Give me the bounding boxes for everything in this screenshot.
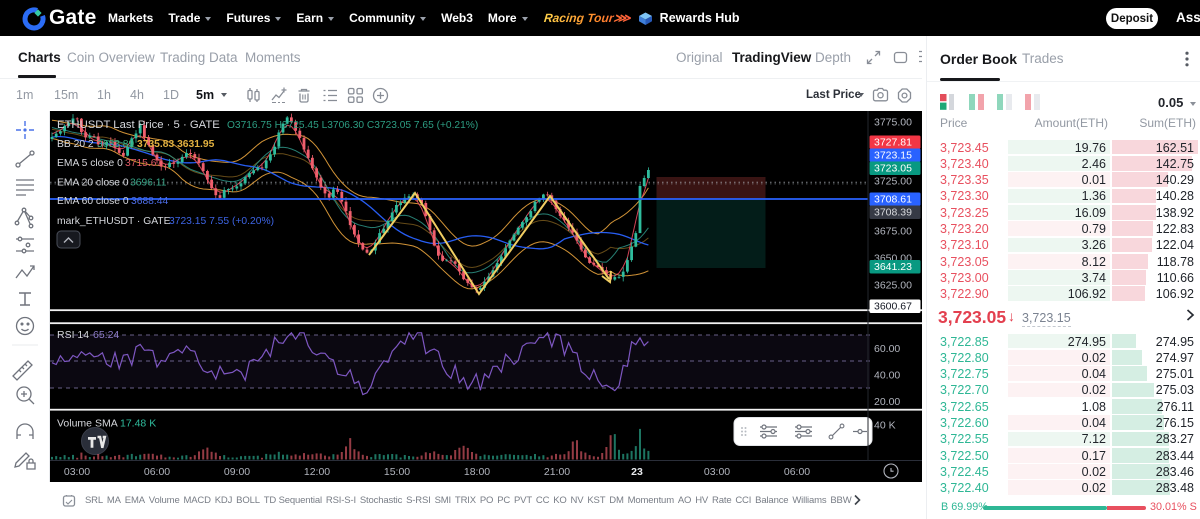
svg-text:3723.05: 3723.05 [874, 163, 912, 175]
svg-text:21:00: 21:00 [544, 466, 570, 478]
svg-text:3735.83 3631.95: 3735.83 3631.95 [137, 139, 215, 150]
svg-text:03:00: 03:00 [64, 466, 90, 478]
svg-text:O3716.75 H3725.45 L3706.30 C37: O3716.75 H3725.45 L3706.30 C3723.05 7.65… [227, 120, 478, 131]
svg-text:3708.61: 3708.61 [874, 194, 912, 206]
svg-text:60.00: 60.00 [874, 343, 900, 355]
svg-text:06:00: 06:00 [144, 466, 170, 478]
svg-text:mark_ETHUSDT · GATE: mark_ETHUSDT · GATE [57, 216, 171, 227]
svg-text:40.00: 40.00 [874, 370, 900, 382]
svg-text:3683.89: 3683.89 [97, 139, 134, 150]
svg-text:3708.39: 3708.39 [874, 207, 912, 219]
svg-text:EMA 60 close 0: EMA 60 close 0 [57, 196, 129, 207]
svg-text:3775.00: 3775.00 [874, 117, 912, 129]
svg-text:15:00: 15:00 [384, 466, 410, 478]
svg-text:EMA 5 close 0: EMA 5 close 0 [57, 158, 123, 169]
svg-text:3723.15: 3723.15 [874, 150, 912, 162]
svg-text:40 K: 40 K [874, 420, 896, 432]
svg-text:3625.00: 3625.00 [874, 280, 912, 292]
svg-text:3675.00: 3675.00 [874, 226, 912, 238]
svg-text:3715.67: 3715.67 [125, 158, 162, 169]
svg-text:3723.15 7.55 (+0.20%): 3723.15 7.55 (+0.20%) [169, 216, 274, 227]
svg-text:23: 23 [631, 466, 643, 478]
svg-text:3600.67: 3600.67 [874, 301, 912, 313]
svg-text:12:00: 12:00 [304, 466, 330, 478]
svg-text:65:24: 65:24 [93, 329, 119, 341]
svg-text:ETHUSDT Last Price · 5 · GATE: ETHUSDT Last Price · 5 · GATE [57, 119, 220, 131]
svg-text:BB 20 2: BB 20 2 [57, 139, 94, 150]
svg-text:3727.81: 3727.81 [874, 137, 912, 149]
svg-text:3696.11: 3696.11 [130, 178, 167, 189]
svg-text:3725.00: 3725.00 [874, 176, 912, 188]
svg-text:Volume SMA: Volume SMA [57, 418, 118, 430]
svg-text:06:00: 06:00 [784, 466, 810, 478]
svg-text:RSI 14: RSI 14 [57, 329, 89, 341]
svg-text:09:00: 09:00 [224, 466, 250, 478]
svg-text:03:00: 03:00 [704, 466, 730, 478]
svg-text:3641.23: 3641.23 [874, 261, 912, 273]
svg-text:18:00: 18:00 [464, 466, 490, 478]
svg-text:17.48 K: 17.48 K [120, 418, 156, 430]
svg-text:EMA 20 close 0: EMA 20 close 0 [57, 178, 129, 189]
svg-text:20.00: 20.00 [874, 396, 900, 408]
svg-text:3688.44: 3688.44 [131, 196, 168, 207]
